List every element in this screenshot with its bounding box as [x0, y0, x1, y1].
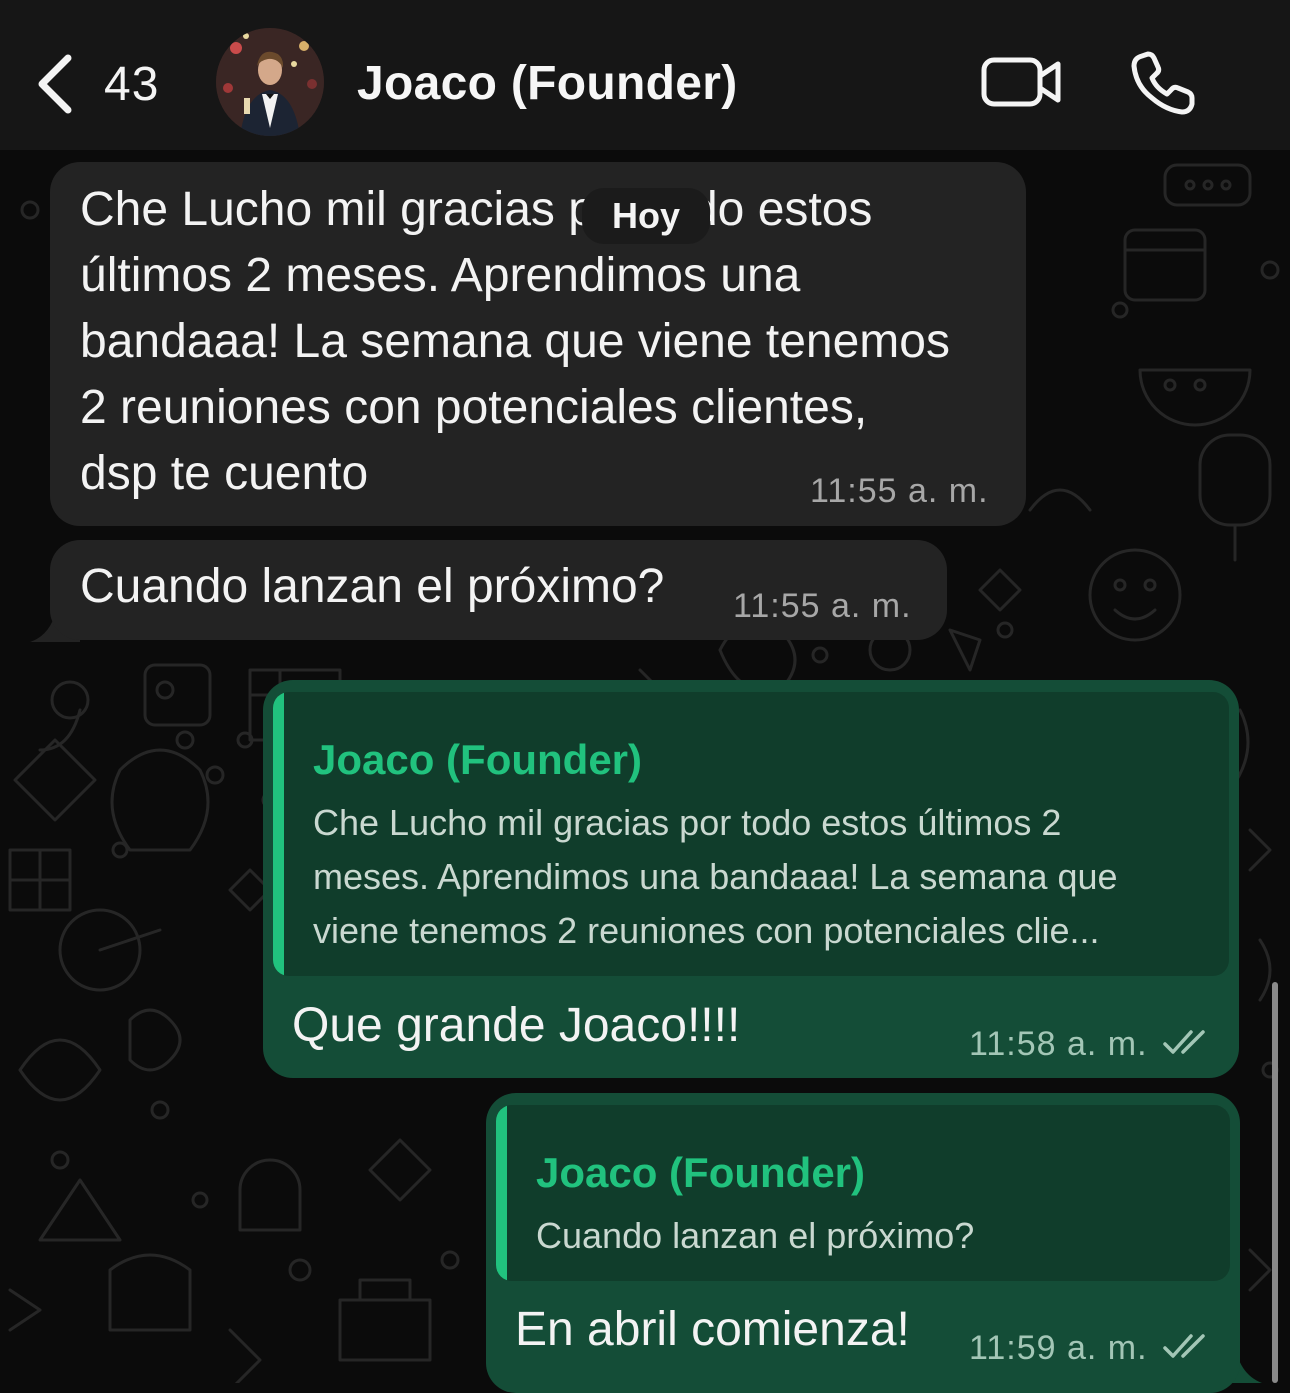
quote-accent-bar	[496, 1105, 507, 1281]
contact-avatar[interactable]	[216, 28, 324, 136]
message-timestamp: 11:55 a. m.	[810, 472, 989, 510]
message-timestamp: 11:59 a. m.	[969, 1329, 1148, 1367]
double-check-icon	[1163, 1030, 1205, 1054]
back-button[interactable]: 43	[34, 52, 184, 116]
unread-count: 43	[104, 57, 160, 111]
quote-accent-bar	[273, 692, 284, 976]
video-call-icon[interactable]	[980, 52, 1062, 112]
message-text: En abril comienza!	[515, 1303, 910, 1356]
voice-call-icon[interactable]	[1130, 50, 1196, 116]
incoming-message[interactable]: Cuando lanzan el próximo? 11:55 a. m.	[50, 540, 947, 640]
contact-name[interactable]: Joaco (Founder)	[357, 56, 738, 111]
outgoing-message[interactable]: Joaco (Founder) Cuando lanzan el próximo…	[486, 1093, 1240, 1393]
message-timestamp: 11:55 a. m.	[733, 587, 912, 625]
message-text: Que grande Joaco!!!!	[292, 999, 741, 1052]
quoted-message[interactable]: Joaco (Founder) Che Lucho mil gracias po…	[273, 692, 1229, 976]
chat-scrollbar[interactable]	[1272, 982, 1278, 1383]
chat-header: 43 Joaco (Founder)	[0, 0, 1290, 150]
outgoing-message[interactable]: Joaco (Founder) Che Lucho mil gracias po…	[263, 680, 1239, 1078]
back-chevron-icon	[38, 54, 72, 114]
quote-author: Joaco (Founder)	[536, 1149, 866, 1196]
quote-author: Joaco (Founder)	[313, 736, 643, 783]
message-timestamp: 11:58 a. m.	[969, 1025, 1148, 1063]
quote-text: Che Lucho mil gracias por todo estos últ…	[313, 802, 1118, 951]
date-separator: Hoy	[582, 188, 710, 244]
message-text: Cuando lanzan el próximo?	[80, 560, 665, 613]
quote-text: Cuando lanzan el próximo?	[536, 1215, 975, 1256]
incoming-message[interactable]: Che Lucho mil gracias por todo estos últ…	[50, 162, 1026, 526]
message-text: Che Lucho mil gracias por todo estos últ…	[80, 183, 950, 500]
double-check-icon	[1163, 1334, 1205, 1358]
quoted-message[interactable]: Joaco (Founder) Cuando lanzan el próximo…	[496, 1105, 1230, 1281]
